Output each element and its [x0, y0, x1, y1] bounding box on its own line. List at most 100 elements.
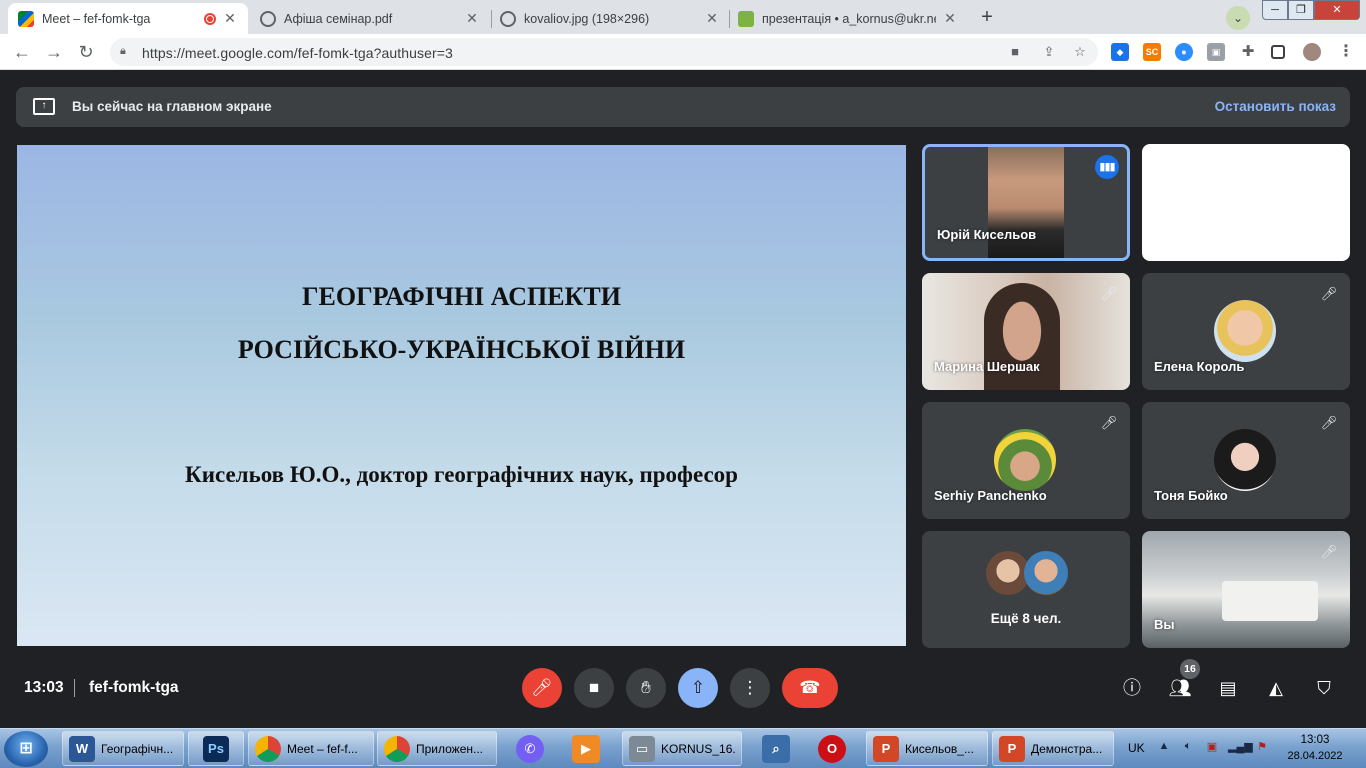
back-arrow-icon[interactable]: ← [10, 40, 34, 64]
presented-slide: ГЕОГРАФІЧНІ АСПЕКТИ РОСІЙСЬКО-УКРАЇНСЬКО… [17, 145, 906, 646]
envelope-icon [738, 10, 754, 27]
taskbar-item-chrome-apps[interactable]: Приложен... [377, 731, 497, 766]
opera-icon[interactable]: O [818, 735, 846, 763]
tab-title: Meet – fef-fomk-tga [42, 11, 151, 26]
bookmark-star-icon[interactable]: ☆ [1071, 44, 1089, 60]
magnifier-icon[interactable]: ⌕ [762, 735, 790, 763]
mic-off-icon: 🎤︎ [1320, 415, 1338, 430]
side-panel-icon[interactable] [1271, 45, 1285, 59]
share-icon[interactable]: ⇪ [1040, 44, 1058, 60]
meeting-clock: 13:03 [24, 679, 64, 696]
participant-tile[interactable]: ▮▮▮ Юрій Кисельов [922, 144, 1130, 261]
divider [74, 679, 75, 697]
volume-icon[interactable]: 🔈︎ [1180, 740, 1196, 756]
close-tab-icon[interactable]: ✕ [222, 10, 238, 27]
minimize-button[interactable]: ─ [1262, 0, 1288, 20]
participant-tile-self[interactable]: 🎤︎ Вы [1142, 531, 1350, 648]
profile-avatar-icon[interactable] [1303, 43, 1321, 61]
taskbar-item-powerpoint-2[interactable]: P Демонстра... [992, 731, 1114, 766]
chrome-icon [384, 735, 410, 762]
raise-hand-button[interactable]: ✋︎ [626, 668, 666, 708]
photoshop-icon: Ps [203, 735, 229, 762]
more-participants-label: Ещё 8 чел. [990, 611, 1062, 626]
extension-sc-icon[interactable]: SC [1143, 43, 1161, 61]
globe-icon [260, 10, 276, 27]
tray-expand-icon[interactable]: ▲ [1156, 740, 1172, 756]
maximize-button[interactable]: ❐ [1288, 0, 1314, 20]
more-participants-tile[interactable]: Ещё 8 чел. [922, 531, 1130, 648]
globe-icon [500, 10, 516, 27]
leave-call-button[interactable]: ☎︎ [782, 668, 838, 708]
close-tab-icon[interactable]: ✕ [704, 10, 720, 27]
taskbar-item-powerpoint-1[interactable]: P Кисельов_... [866, 731, 988, 766]
mic-off-icon: 🎤︎ [1320, 544, 1338, 559]
start-button[interactable]: ⊞ [4, 731, 48, 767]
camera-button[interactable]: ■ [574, 668, 614, 708]
slide-title-line2: РОСІЙСЬКО-УКРАЇНСЬКОЇ ВІЙНИ [237, 335, 686, 364]
url-text: https://meet.google.com/fef-fomk-tga?aut… [142, 45, 453, 61]
tab-kovaliov[interactable]: kovaliov.jpg (198×296) ✕ [490, 3, 730, 34]
media-player-icon[interactable]: ▶ [572, 735, 600, 763]
close-window-button[interactable]: ✕ [1314, 0, 1360, 20]
extension-blue-icon[interactable]: ◆ [1111, 43, 1129, 61]
reload-icon[interactable]: ↻ [74, 40, 98, 64]
puzzle-extensions-icon[interactable]: ✚ [1239, 43, 1257, 61]
tab-search-chevron-icon[interactable]: ⌄ [1226, 6, 1250, 30]
taskbar-item-chrome-meet[interactable]: Meet – fef-f... [248, 731, 374, 766]
signal-icon[interactable]: ▂▄▆ [1228, 740, 1253, 756]
powerpoint-icon: P [999, 735, 1025, 762]
close-tab-icon[interactable]: ✕ [464, 10, 480, 27]
mic-off-button[interactable]: 🎤︎ [522, 668, 562, 708]
recording-dot-icon [204, 12, 216, 25]
tab-afisha[interactable]: Афіша семінар.pdf ✕ [250, 3, 490, 34]
browser-tab-strip: Meet – fef-fomk-tga ✕ Афіша семінар.pdf … [0, 0, 1366, 34]
participant-tile[interactable]: 🎤︎ Тоня Бойко [1142, 402, 1350, 519]
chat-icon[interactable]: ▤ [1215, 675, 1241, 701]
stop-presenting-button[interactable]: Остановить показ [1215, 99, 1336, 114]
people-count-badge: 16 [1180, 659, 1200, 679]
participant-tile[interactable] [1142, 144, 1350, 261]
extension-gray-icon[interactable]: ▣ [1207, 43, 1225, 61]
camera-indicator-icon[interactable]: ■ [1006, 44, 1024, 60]
activities-icon[interactable]: ◭ [1263, 675, 1289, 701]
address-bar[interactable]: 🔒︎ https://meet.google.com/fef-fomk-tga?… [110, 38, 1098, 66]
tab-presentation[interactable]: презентація • a_kornus@ukr.net ✕ [728, 3, 968, 34]
meeting-info-icon[interactable]: ⓘ [1119, 675, 1145, 701]
forward-arrow-icon[interactable]: → [42, 40, 66, 64]
close-tab-icon[interactable]: ✕ [942, 10, 958, 27]
slide-title-line1: ГЕОГРАФІЧНІ АСПЕКТИ [302, 282, 621, 311]
browser-menu-icon[interactable]: ⋮ [1337, 43, 1355, 61]
participant-tile[interactable]: 🎤︎ Елена Король [1142, 273, 1350, 390]
powerpoint-icon: P [873, 735, 899, 762]
participant-tile[interactable]: 🎤︎ Serhiy Panchenko [922, 402, 1130, 519]
mic-off-icon: 🎤︎ [1100, 415, 1118, 430]
zoom-extension-icon[interactable]: ● [1175, 43, 1193, 61]
speaking-indicator-icon: ▮▮▮ [1095, 155, 1119, 179]
drive-icon: ▭ [629, 735, 655, 762]
more-options-button[interactable]: ⋮ [730, 668, 770, 708]
participant-name: Елена Король [1154, 359, 1245, 374]
avatar [1214, 300, 1276, 362]
avatar [1024, 551, 1068, 595]
taskbar-item-photoshop[interactable]: Ps [188, 731, 244, 766]
action-center-flag-icon[interactable]: ⚑ [1254, 740, 1270, 756]
meet-favicon-icon [18, 10, 34, 27]
tab-meet[interactable]: Meet – fef-fomk-tga ✕ [8, 3, 248, 34]
network-warning-icon[interactable]: ▣ [1204, 740, 1220, 756]
keyboard-language[interactable]: UK [1128, 741, 1145, 755]
viber-icon[interactable]: ✆ [516, 735, 544, 763]
participant-tile[interactable]: 🎤︎ Марина Шершак [922, 273, 1130, 390]
taskbar-clock[interactable]: 13:03 [1286, 734, 1344, 746]
new-tab-button[interactable]: + [975, 6, 999, 30]
tab-title: Афіша семінар.pdf [284, 11, 393, 26]
present-screen-button[interactable]: ⇧ [678, 668, 718, 708]
avatar [1214, 429, 1276, 491]
taskbar-date[interactable]: 28.04.2022 [1284, 750, 1346, 762]
taskbar-item-word[interactable]: W Географічн... [62, 731, 184, 766]
taskbar-item-label: Кисельов_... [905, 741, 974, 756]
presenting-banner: ↑ Вы сейчас на главном экране Остановить… [16, 87, 1350, 127]
taskbar-item-label: Meet – fef-f... [287, 741, 358, 756]
taskbar-item-drive[interactable]: ▭ KORNUS_16... [622, 731, 742, 766]
tab-title: kovaliov.jpg (198×296) [524, 11, 650, 26]
host-controls-icon[interactable]: ⛉ [1311, 675, 1337, 701]
